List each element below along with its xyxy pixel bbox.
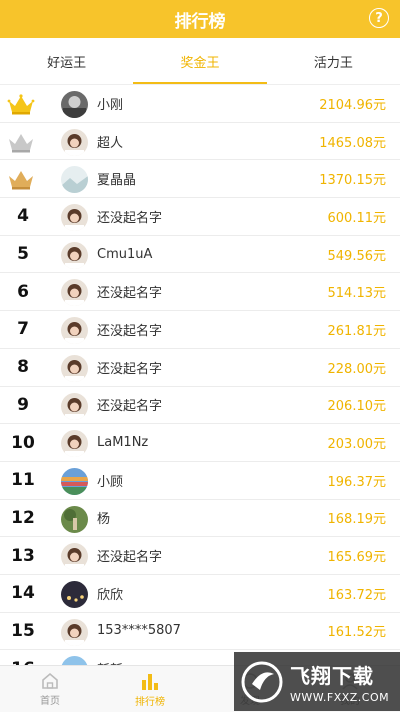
bonus-amount: 165.69元 (327, 550, 387, 566)
rank-number: 13 (11, 545, 35, 566)
ranking-row[interactable]: 12 杨 168.19元 (0, 500, 400, 538)
ranking-row[interactable]: 14 欣欣 163.72元 (0, 575, 400, 613)
ranking-row[interactable]: 15 153****5807 161.52元 (0, 613, 400, 651)
bonus-amount: 1465.08元 (319, 135, 386, 151)
rank-number: 12 (11, 507, 35, 528)
ranking-row[interactable]: 13 还没起名字 165.69元 (0, 537, 400, 575)
rank-number: 9 (17, 394, 29, 415)
avatar (61, 656, 88, 665)
ranking-row[interactable]: 7 还没起名字 261.81元 (0, 311, 400, 349)
tab-vitality-king[interactable]: 活力王 (267, 38, 400, 84)
gold-crown-icon (7, 94, 35, 115)
rank-number: 11 (11, 470, 35, 491)
rank-number: 14 (11, 583, 35, 604)
bonus-amount: 203.00元 (327, 437, 387, 453)
ranking-row[interactable]: 夏晶晶 1370.15元 (0, 160, 400, 199)
rank-number: 8 (17, 357, 29, 378)
tab-lucky-king[interactable]: 好运王 (0, 38, 133, 84)
bonus-amount: 2104.96元 (319, 97, 386, 113)
rank-number: 4 (17, 206, 29, 227)
tab-bonus-king[interactable]: 奖金王 (133, 38, 267, 84)
nav-ranking-label: 排行榜 (135, 696, 165, 708)
nav-home[interactable]: 首页 (0, 666, 100, 712)
avatar (61, 580, 88, 608)
bonus-amount: 161.52元 (327, 625, 387, 641)
avatar (61, 166, 88, 194)
ranking-tabs: 好运王 奖金王 活力王 (0, 38, 400, 85)
ranking-row[interactable]: 小刚 2104.96元 (0, 85, 400, 123)
user-name: 欣欣 (97, 587, 124, 603)
avatar (61, 204, 88, 232)
user-name: 超人 (97, 135, 124, 151)
user-name: 还没起名字 (97, 361, 163, 377)
rank-number: 16 (0, 650, 46, 665)
avatar (61, 430, 88, 458)
bonus-amount: 1370.15元 (319, 173, 386, 189)
user-name: Cmu1uA (97, 246, 153, 262)
watermark-title: 飞翔下载 (290, 663, 374, 688)
ranking-row[interactable]: 超人 1465.08元 (0, 123, 400, 161)
silver-crown-icon (9, 133, 33, 153)
ranking-row[interactable]: 11 小顾 196.37元 (0, 462, 400, 500)
avatar (61, 317, 88, 345)
bonus-amount: 549.56元 (327, 248, 387, 264)
question-mark-icon[interactable]: ? (369, 8, 389, 28)
rank-number: 7 (17, 319, 29, 340)
bronze-crown-icon (9, 171, 33, 190)
user-name: 小顾 (97, 474, 124, 490)
user-name: 杨 (97, 512, 111, 528)
avatar (61, 505, 88, 533)
avatar (61, 241, 88, 269)
home-icon (42, 672, 58, 689)
avatar (61, 128, 88, 156)
rank-number: 5 (17, 244, 29, 265)
user-name: 还没起名字 (97, 286, 163, 302)
ranking-row[interactable]: 5 Cmu1uA 549.56元 (0, 236, 400, 274)
avatar (61, 467, 88, 495)
user-name: 小刚 (97, 97, 124, 113)
nav-home-label: 首页 (40, 695, 60, 707)
app-header: 排行榜 ? (0, 0, 400, 38)
bonus-amount: 196.37元 (327, 474, 387, 490)
bonus-amount: 163.72元 (327, 587, 387, 603)
user-name: 新新 (97, 650, 123, 665)
rank-number: 10 (11, 432, 35, 453)
bonus-amount: 228.00元 (327, 361, 387, 377)
user-name: 还没起名字 (97, 210, 163, 226)
bonus-amount: 261.81元 (327, 323, 387, 339)
rank-number: 15 (11, 620, 35, 641)
bonus-amount: 168.19元 (327, 512, 387, 528)
ranking-row[interactable]: 6 还没起名字 514.13元 (0, 273, 400, 312)
avatar (61, 279, 88, 307)
avatar (61, 618, 88, 646)
watermark-url: WWW.FXXZ.COM (290, 690, 390, 704)
user-name: 还没起名字 (97, 550, 163, 566)
user-name: LaM1Nz (97, 435, 149, 451)
avatar (61, 392, 88, 420)
user-name: 夏晶晶 (97, 173, 137, 189)
site-watermark: 飞翔下载 WWW.FXXZ.COM (234, 652, 400, 711)
avatar (61, 354, 88, 382)
watermark-logo-icon (241, 661, 283, 702)
bar-chart-icon (142, 673, 158, 690)
ranking-list[interactable]: 小刚 2104.96元 超人 1465.08元 夏晶晶 1370.15元 4 还… (0, 85, 400, 665)
user-name: 153****5807 (97, 623, 181, 639)
page-title: 排行榜 (174, 11, 226, 32)
user-name: 还没起名字 (97, 399, 163, 415)
avatar (61, 543, 88, 571)
ranking-row[interactable]: 9 还没起名字 206.10元 (0, 387, 400, 425)
rank-number: 6 (17, 281, 29, 302)
user-name: 还没起名字 (97, 323, 163, 339)
ranking-row[interactable]: 4 还没起名字 600.11元 (0, 198, 400, 236)
avatar (61, 91, 88, 118)
nav-ranking[interactable]: 排行榜 (100, 666, 200, 712)
bonus-amount: 514.13元 (327, 286, 387, 302)
ranking-row[interactable]: 8 还没起名字 228.00元 (0, 349, 400, 387)
bonus-amount: 206.10元 (327, 399, 387, 415)
ranking-row[interactable]: 10 LaM1Nz 203.00元 (0, 424, 400, 462)
bonus-amount: 600.11元 (327, 210, 387, 226)
